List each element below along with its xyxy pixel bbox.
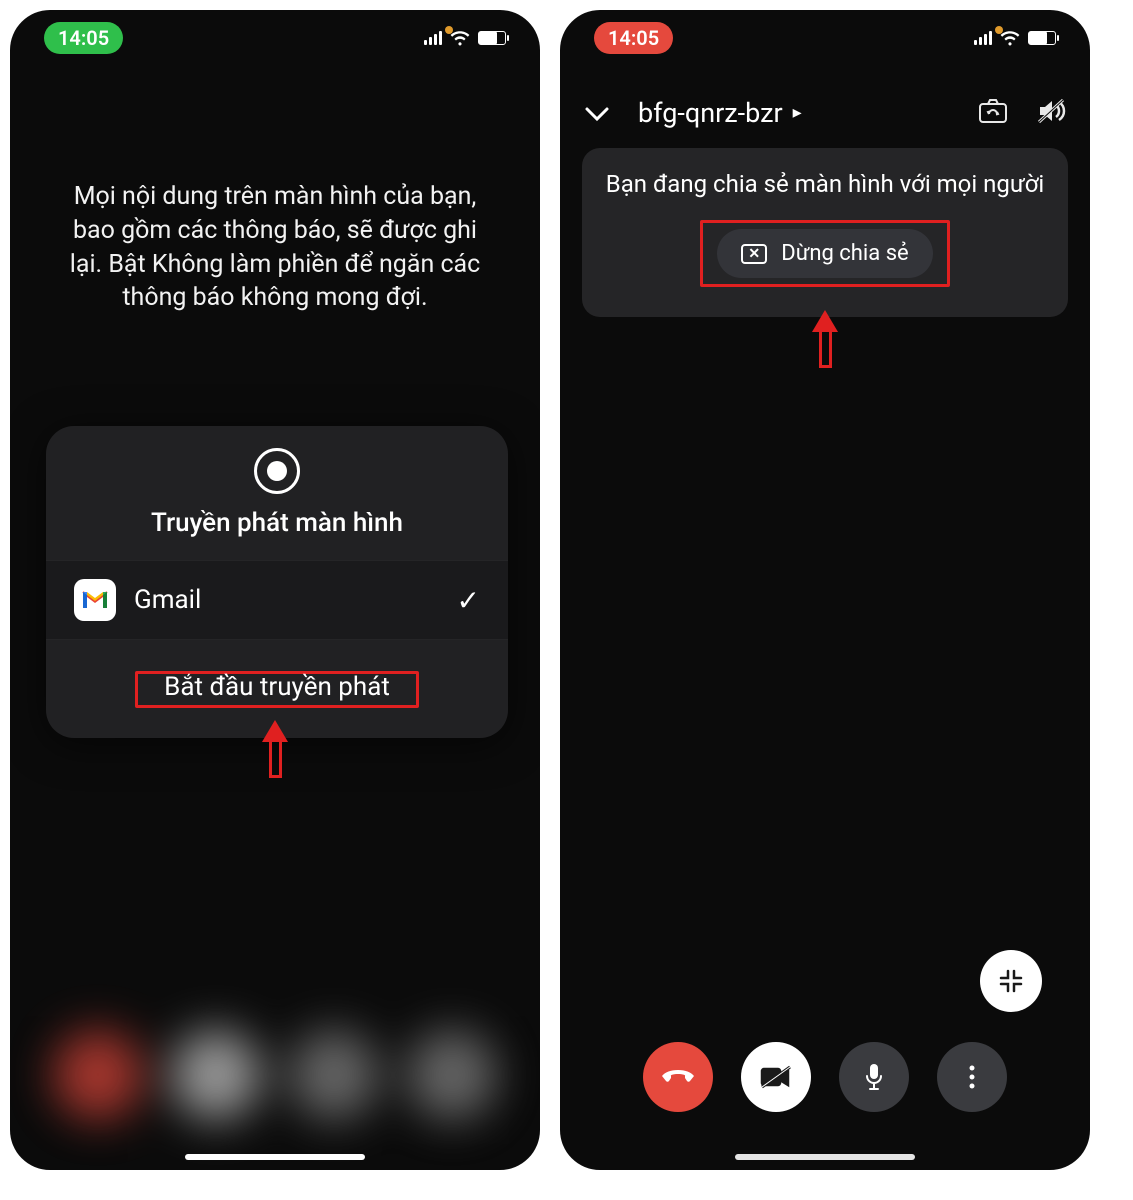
stop-sharing-button[interactable]: ✕ Dừng chia sẻ: [717, 229, 932, 278]
home-indicator[interactable]: [185, 1154, 365, 1160]
meeting-code-button[interactable]: bfg-qnrz-bzr ▸: [638, 97, 950, 129]
start-broadcast-button[interactable]: Bắt đầu truyền phát: [152, 662, 402, 712]
switch-camera-button[interactable]: [978, 98, 1008, 128]
record-icon: [254, 448, 300, 494]
sharing-message: Bạn đang chia sẻ màn hình với mọi người: [596, 170, 1054, 198]
annotation-arrow: [812, 302, 838, 370]
end-call-button[interactable]: [643, 1042, 713, 1112]
call-controls: [560, 1042, 1090, 1112]
checkmark-icon: ✓: [457, 584, 480, 617]
gmail-app-icon: [74, 579, 116, 621]
broadcast-sheet: Truyền phát màn hình Gmail ✓ Bắt đầu tru…: [46, 426, 508, 738]
status-bar: 14:05: [10, 10, 540, 66]
screenshot-left: 14:05 Mọi nội dung trên màn hình của bạn…: [10, 10, 540, 1170]
minimize-fab-button[interactable]: [980, 950, 1042, 1012]
status-bar: 14:05: [560, 10, 1090, 66]
battery-icon: [1028, 31, 1056, 45]
annotation-arrow: [262, 712, 288, 780]
camera-off-button[interactable]: [741, 1042, 811, 1112]
status-time-pill[interactable]: 14:05: [594, 22, 673, 54]
screenshot-right: 14:05 bfg-qnrz-bzr ▸ Bạn đang chia sẻ mà…: [560, 10, 1090, 1170]
collapse-button[interactable]: [584, 96, 610, 129]
screen-sharing-banner: Bạn đang chia sẻ màn hình với mọi người …: [582, 148, 1068, 317]
battery-icon: [478, 31, 506, 45]
broadcast-target-row[interactable]: Gmail ✓: [46, 560, 508, 640]
wifi-icon: [1000, 31, 1020, 46]
microphone-button[interactable]: [839, 1042, 909, 1112]
recording-warning-text: Mọi nội dung trên màn hình của bạn, bao …: [10, 180, 540, 315]
broadcast-target-label: Gmail: [134, 585, 439, 615]
stop-sharing-label: Dừng chia sẻ: [781, 241, 908, 266]
cellular-icon: [974, 31, 992, 45]
stop-presenting-icon: ✕: [741, 244, 767, 264]
caret-right-icon: ▸: [793, 102, 802, 123]
sheet-header: Truyền phát màn hình: [46, 426, 508, 560]
blurred-background-controls: [10, 920, 540, 1120]
more-options-button[interactable]: [937, 1042, 1007, 1112]
sheet-title: Truyền phát màn hình: [151, 508, 403, 538]
status-icons: [424, 31, 506, 46]
meeting-code-text: bfg-qnrz-bzr: [638, 97, 783, 129]
cellular-icon: [424, 31, 442, 45]
home-indicator[interactable]: [735, 1154, 915, 1160]
status-time-pill[interactable]: 14:05: [44, 22, 123, 54]
annotation-highlight-box: Bắt đầu truyền phát: [135, 671, 419, 708]
wifi-icon: [450, 31, 470, 46]
status-icons: [974, 31, 1056, 46]
meeting-top-bar: bfg-qnrz-bzr ▸: [560, 96, 1090, 129]
annotation-highlight-box: ✕ Dừng chia sẻ: [700, 220, 949, 287]
speaker-muted-button[interactable]: [1036, 97, 1066, 129]
